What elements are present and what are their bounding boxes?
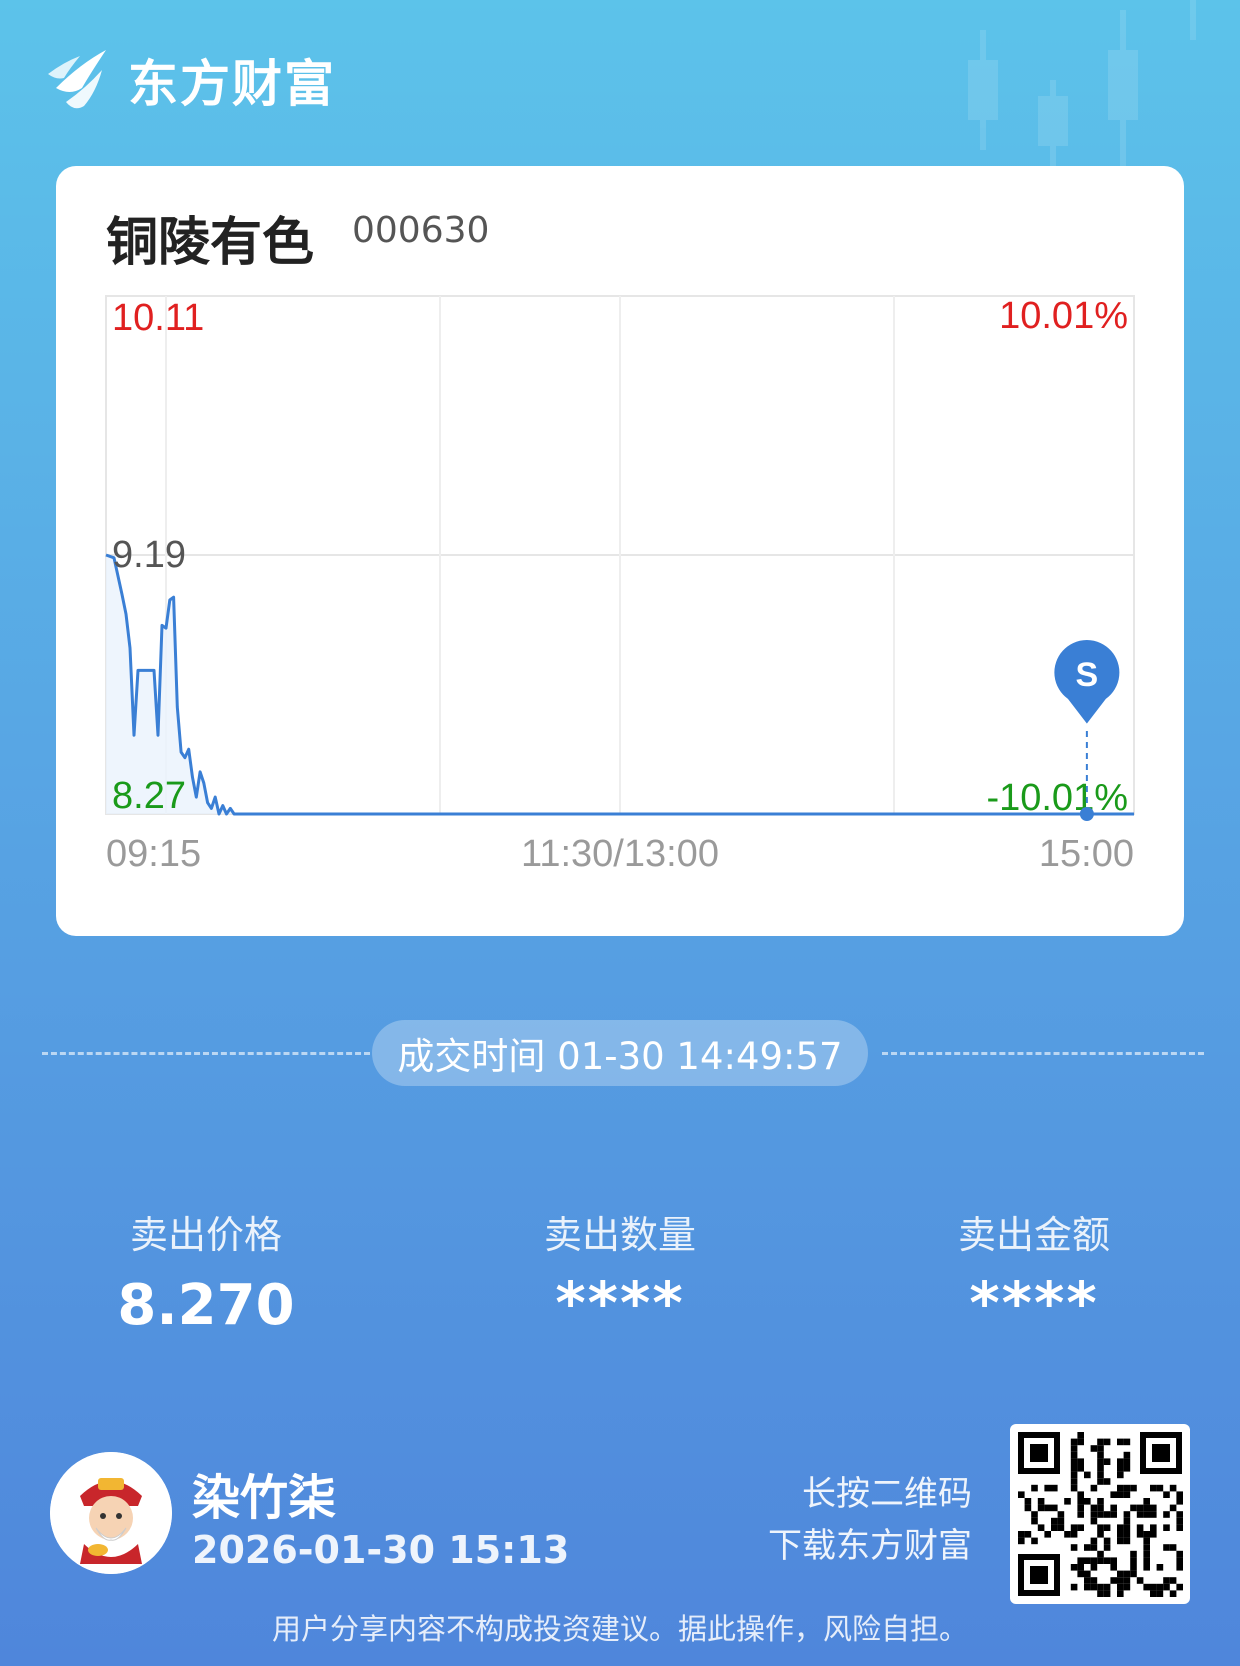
- stat-value: ****: [969, 1269, 1099, 1337]
- stat-sell-quantity: 卖出数量 ****: [470, 1204, 770, 1337]
- eastmoney-logo-icon: [48, 50, 106, 109]
- intraday-chart: 10.11 9.19 8.27 10.01% -10.01% 09:15 11:30/13:…: [56, 166, 1184, 936]
- pct-label-low: -10.01%: [986, 777, 1128, 819]
- x-label-open: 09:15: [106, 833, 201, 875]
- user-name: 染竹柒: [192, 1470, 337, 1526]
- stat-sell-amount: 卖出金额 ****: [884, 1204, 1184, 1337]
- stock-name: 铜陵有色: [106, 213, 315, 273]
- stat-sell-price: 卖出价格 8.270: [56, 1204, 356, 1338]
- y-label-low: 8.27: [112, 775, 186, 817]
- stat-label: 卖出价格: [129, 1213, 282, 1257]
- divider-left: [42, 1052, 370, 1055]
- pct-label-high: 10.01%: [999, 295, 1128, 337]
- trade-time-pill: 成交时间 01-30 14:49:57: [372, 1020, 868, 1086]
- sell-marker-label: S: [1076, 656, 1099, 694]
- qr-hint-line2: 下载东方财富: [768, 1526, 972, 1566]
- stat-label: 卖出金额: [957, 1213, 1110, 1257]
- stat-label: 卖出数量: [543, 1213, 696, 1257]
- stock-card: 10.11 9.19 8.27 10.01% -10.01% 09:15 11:30/13:…: [56, 166, 1184, 936]
- disclaimer: 用户分享内容不构成投资建议。据此操作，风险自担。: [271, 1612, 968, 1646]
- avatar[interactable]: [50, 1452, 172, 1574]
- qr-code-icon: [1018, 1432, 1183, 1597]
- intraday-chart-svg: 10.11 9.19 8.27 10.01% -10.01% 09:15 11:30/13:…: [105, 295, 1135, 875]
- share-time: 2026-01-30 15:13: [192, 1528, 570, 1572]
- stat-value: ****: [555, 1269, 685, 1337]
- divider-right: [882, 1052, 1204, 1055]
- qr-hint: 长按二维码 下载东方财富: [768, 1468, 972, 1572]
- qr-hint-line1: 长按二维码: [802, 1474, 972, 1514]
- qr-code[interactable]: [1010, 1424, 1190, 1604]
- x-label-close: 15:00: [1039, 833, 1134, 875]
- sell-marker-dot: [1079, 807, 1094, 821]
- y-label-mid: 9.19: [112, 534, 186, 576]
- stock-code: 000630: [352, 210, 490, 251]
- brand-header: 东方财富: [46, 44, 336, 116]
- fortune-god-avatar-icon: [50, 1452, 172, 1574]
- stat-value: 8.270: [117, 1273, 295, 1338]
- x-label-midday: 11:30/13:00: [521, 833, 719, 875]
- y-label-high: 10.11: [112, 297, 204, 339]
- brand-name: 东方财富: [128, 55, 336, 113]
